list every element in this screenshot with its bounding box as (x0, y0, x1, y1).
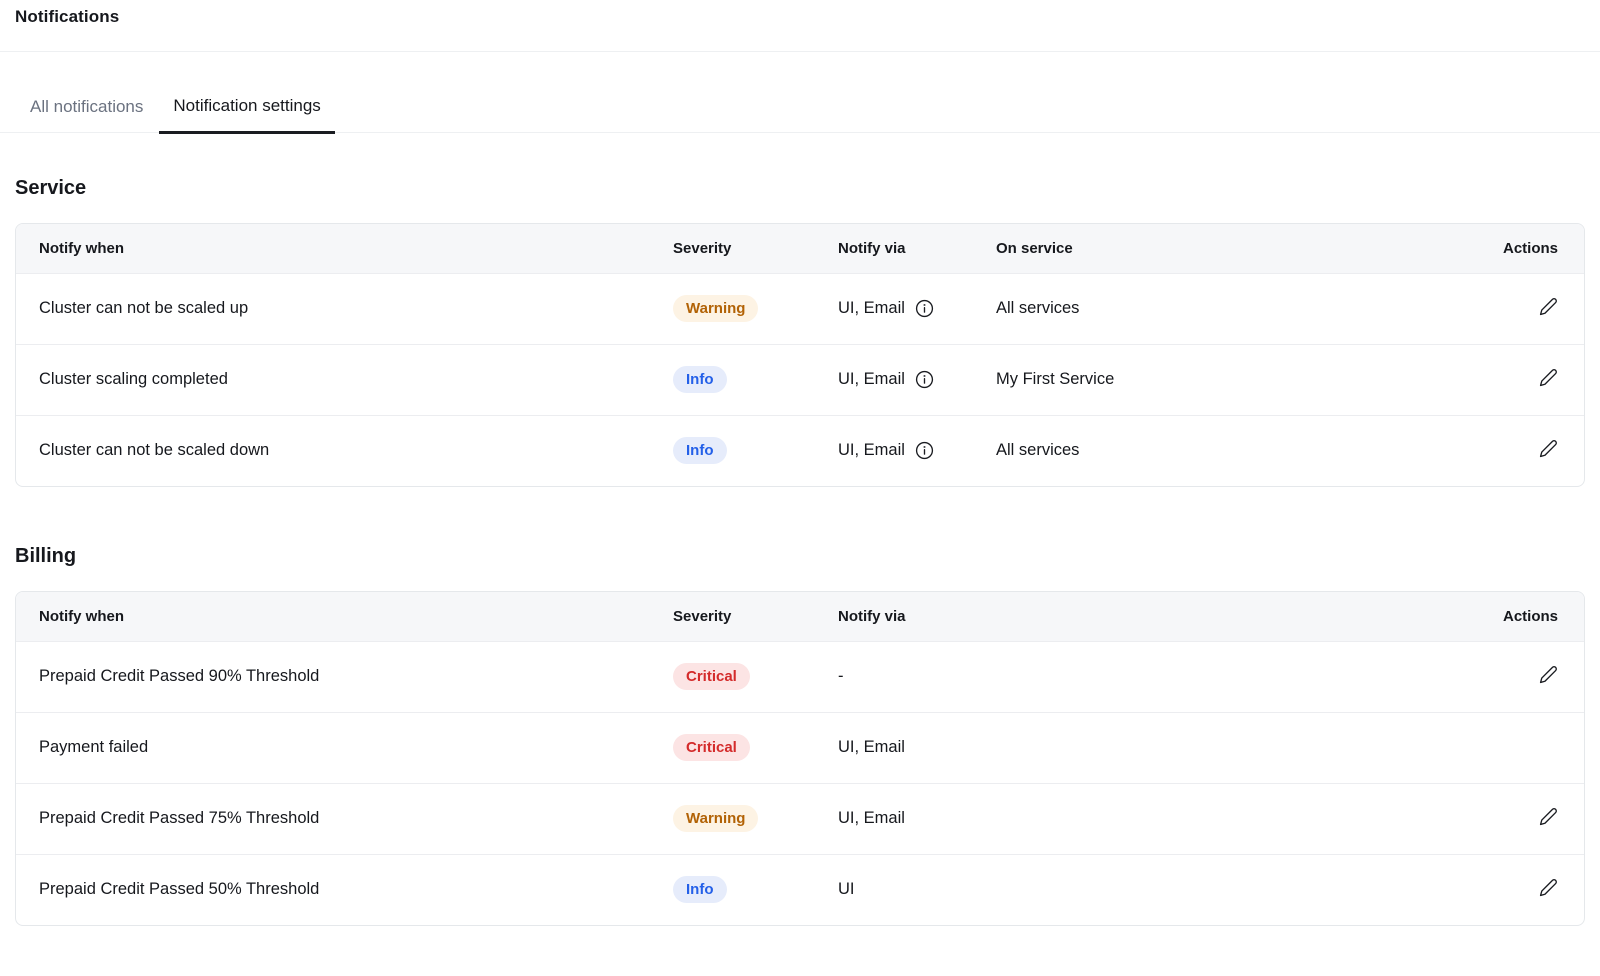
table-row: Cluster scaling completed Info UI, Email… (16, 344, 1584, 415)
tab-notification-settings[interactable]: Notification settings (159, 96, 334, 134)
severity-badge: Critical (673, 734, 750, 761)
table-row: Payment failed Critical UI, Email (16, 712, 1584, 783)
notify-via-value: UI, Email (838, 712, 1453, 783)
severity-badge: Critical (673, 663, 750, 690)
notify-when-cell: Prepaid Credit Passed 75% Threshold (16, 783, 673, 854)
notify-when-cell: Prepaid Credit Passed 50% Threshold (16, 854, 673, 925)
column-header-notify-via: Notify via (838, 224, 996, 273)
severity-badge: Info (673, 876, 727, 903)
table-row: Prepaid Credit Passed 75% Threshold Warn… (16, 783, 1584, 854)
tab-all-notifications[interactable]: All notifications (30, 97, 143, 132)
severity-badge: Info (673, 366, 727, 393)
edit-button[interactable] (1539, 665, 1558, 684)
service-table: Notify when Severity Notify via On servi… (15, 223, 1585, 487)
table-row: Cluster can not be scaled down Info UI, … (16, 415, 1584, 486)
on-service-cell: All services (996, 415, 1416, 486)
column-header-on-service: On service (996, 224, 1416, 273)
section-heading-service: Service (15, 177, 1600, 200)
column-header-actions: Actions (1453, 592, 1584, 641)
table-row: Prepaid Credit Passed 50% Threshold Info… (16, 854, 1584, 925)
tab-bar: All notifications Notification settings (0, 96, 1600, 133)
notify-via-value: UI, Email (838, 441, 905, 460)
edit-button[interactable] (1539, 878, 1558, 897)
column-header-notify-when: Notify when (16, 592, 673, 641)
table-row: Prepaid Credit Passed 90% Threshold Crit… (16, 641, 1584, 712)
notify-via-value: UI (838, 854, 1453, 925)
notify-via-value: UI, Email (838, 370, 905, 389)
column-header-severity: Severity (673, 224, 838, 273)
notify-when-cell: Prepaid Credit Passed 90% Threshold (16, 641, 673, 712)
on-service-cell: All services (996, 273, 1416, 344)
notify-when-cell: Cluster scaling completed (16, 344, 673, 415)
notify-when-cell: Cluster can not be scaled down (16, 415, 673, 486)
edit-button[interactable] (1539, 807, 1558, 826)
table-header-row: Notify when Severity Notify via Actions (16, 592, 1584, 641)
page-title: Notifications (15, 7, 1585, 27)
severity-badge: Warning (673, 295, 758, 322)
section-heading-billing: Billing (15, 545, 1600, 568)
notify-via-value: UI, Email (838, 299, 905, 318)
column-header-severity: Severity (673, 592, 838, 641)
column-header-notify-when: Notify when (16, 224, 673, 273)
column-header-notify-via: Notify via (838, 592, 1453, 641)
on-service-cell: My First Service (996, 344, 1416, 415)
notify-via-value: UI, Email (838, 783, 1453, 854)
edit-button[interactable] (1539, 368, 1558, 387)
severity-badge: Warning (673, 805, 758, 832)
notify-via-value: - (838, 641, 1453, 712)
edit-button[interactable] (1539, 439, 1558, 458)
edit-button[interactable] (1539, 297, 1558, 316)
info-icon[interactable] (915, 299, 934, 318)
page-header: Notifications (0, 0, 1600, 52)
notify-when-cell: Cluster can not be scaled up (16, 273, 673, 344)
table-row: Cluster can not be scaled up Warning UI,… (16, 273, 1584, 344)
info-icon[interactable] (915, 370, 934, 389)
notify-when-cell: Payment failed (16, 712, 673, 783)
column-header-actions: Actions (1416, 224, 1584, 273)
severity-badge: Info (673, 437, 727, 464)
billing-table: Notify when Severity Notify via Actions … (15, 591, 1585, 926)
table-header-row: Notify when Severity Notify via On servi… (16, 224, 1584, 273)
info-icon[interactable] (915, 441, 934, 460)
